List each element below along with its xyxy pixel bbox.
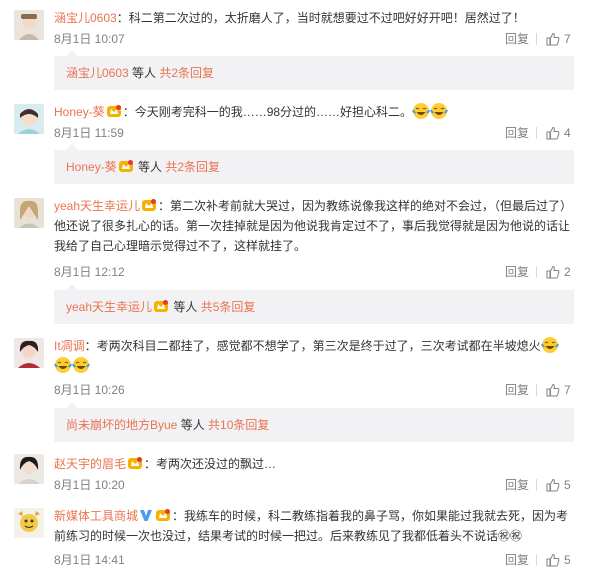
comment-time: 8月1日 10:26 <box>54 383 125 397</box>
vip-crown-icon <box>154 300 169 312</box>
like-button[interactable]: 7 <box>546 31 571 47</box>
reply-button[interactable]: 回复 <box>505 31 529 47</box>
comment-time: 8月1日 14:41 <box>54 553 125 567</box>
vip-crown-icon <box>128 457 143 469</box>
comment-username[interactable]: It凋调 <box>54 339 85 353</box>
reply-user-link[interactable]: Honey-葵 <box>66 160 117 174</box>
avatar[interactable] <box>14 508 44 538</box>
thumbs-up-icon <box>546 32 560 46</box>
avatar[interactable] <box>14 10 44 40</box>
vip-crown-icon <box>142 199 157 211</box>
comment-body: yeah天生幸运儿 ：第二次补考前就大哭过，因为教练说像我这样的绝对不会过，（但最… <box>54 196 576 256</box>
reply-box-arrow <box>66 402 78 408</box>
reply-summary[interactable]: Honey-葵 等人 共2条回复 <box>54 144 574 184</box>
reply-box-arrow <box>66 284 78 290</box>
laughing-crying-emoji-icon <box>430 103 448 119</box>
verified-v-icon <box>140 510 153 521</box>
divider <box>536 384 537 396</box>
divider <box>536 266 537 278</box>
reply-button[interactable]: 回复 <box>505 382 529 398</box>
laughing-crying-emoji-icon <box>54 357 72 373</box>
like-button[interactable]: 5 <box>546 477 571 493</box>
avatar[interactable] <box>14 338 44 368</box>
reply-user-link[interactable]: 涵宝儿0603 <box>66 66 129 80</box>
divider <box>536 33 537 45</box>
thumbs-up-icon <box>546 265 560 279</box>
reply-user-link[interactable]: yeah天生幸运儿 <box>66 300 152 314</box>
reply-summary-text: 等人 <box>177 418 209 432</box>
reply-summary-text: 等人 <box>170 300 201 314</box>
comment-meta: 8月1日 12:12 回复 2 <box>54 264 574 280</box>
reply-button[interactable]: 回复 <box>505 264 529 280</box>
reply-button[interactable]: 回复 <box>505 125 529 141</box>
laughing-crying-emoji-icon <box>540 337 559 353</box>
like-button[interactable]: 2 <box>546 264 571 280</box>
laughing-crying-emoji-icon <box>72 357 90 373</box>
comment-time: 8月1日 11:59 <box>54 126 124 140</box>
reply-button[interactable]: 回复 <box>505 552 529 568</box>
reply-box-arrow <box>66 144 78 150</box>
comment-text: ：科二第二次过的，太折磨人了，当时就想要过不过吧好好开吧！居然过了！ <box>116 11 525 25</box>
comment-meta: 8月1日 10:07 回复 7 <box>54 31 574 47</box>
avatar[interactable] <box>14 104 44 134</box>
comment-body: Honey-葵 ：今天刚考完科一的我……98分过的……好担心科二。 <box>54 102 576 122</box>
like-count: 5 <box>564 478 571 492</box>
like-button[interactable]: 5 <box>546 552 571 568</box>
reply-summary[interactable]: 尚未崩坏的地方Byue 等人 共10条回复 <box>54 402 574 442</box>
reply-summary-text: 等人 <box>128 66 160 80</box>
like-button[interactable]: 7 <box>546 382 571 398</box>
comment-body: 赵天宇的眉毛 ：考两次还没过的飘过… <box>54 454 576 474</box>
thumbs-up-icon <box>546 478 560 492</box>
thumbs-up-icon <box>546 553 560 567</box>
thumbs-up-icon <box>546 383 560 397</box>
comment-meta: 8月1日 11:59 回复 4 <box>54 125 574 141</box>
reply-summary-text: 等人 <box>134 160 166 174</box>
reply-count-link[interactable]: 共5条回复 <box>201 300 256 314</box>
comment-body: 涵宝儿0603：科二第二次过的，太折磨人了，当时就想要过不过吧好好开吧！居然过了… <box>54 8 576 28</box>
comment-username[interactable]: yeah天生幸运儿 <box>54 199 140 213</box>
like-count: 2 <box>564 265 571 279</box>
reply-button[interactable]: 回复 <box>505 477 529 493</box>
vip-crown-icon <box>106 105 121 117</box>
thumbs-up-icon <box>546 126 560 140</box>
comment-text: ：考两次还没过的飘过… <box>144 457 277 471</box>
comment-meta: 8月1日 14:41 回复 5 <box>54 552 574 568</box>
comment-body: 新媒体工具商城 ：我练车的时候，科二教练指着我的鼻子骂，你如果能过我就去死，因为考… <box>54 506 576 546</box>
comment-meta: 8月1日 10:26 回复 7 <box>54 382 574 398</box>
comment-time: 8月1日 10:07 <box>54 32 125 46</box>
reply-summary[interactable]: yeah天生幸运儿 等人 共5条回复 <box>54 284 574 324</box>
laughing-crying-emoji-icon <box>412 103 430 119</box>
reply-box-arrow <box>66 50 78 56</box>
comment-username[interactable]: 新媒体工具商城 <box>54 509 138 523</box>
reply-count-link[interactable]: 共10条回复 <box>208 418 269 432</box>
vip-crown-icon <box>156 509 171 521</box>
comment-time: 8月1日 12:12 <box>54 265 125 279</box>
comment-text: ：今天刚考完科一的我……98分过的……好担心科二。 <box>122 105 413 119</box>
comment-username[interactable]: 涵宝儿0603 <box>54 11 117 25</box>
like-count: 4 <box>564 126 571 140</box>
comment-meta: 8月1日 10:20 回复 5 <box>54 477 574 493</box>
comment-username[interactable]: 赵天宇的眉毛 <box>54 457 126 471</box>
divider <box>536 127 537 139</box>
divider <box>536 479 537 491</box>
like-button[interactable]: 4 <box>546 125 571 141</box>
vip-crown-icon <box>118 160 133 172</box>
reply-count-link[interactable]: 共2条回复 <box>165 160 220 174</box>
reply-user-link[interactable]: 尚未崩坏的地方Byue <box>66 418 177 432</box>
reply-summary[interactable]: 涵宝儿0603 等人 共2条回复 <box>54 50 574 90</box>
avatar[interactable] <box>14 198 44 228</box>
like-count: 7 <box>564 383 571 397</box>
avatar[interactable] <box>14 454 44 484</box>
divider <box>536 554 537 566</box>
comment-username[interactable]: Honey-葵 <box>54 105 105 119</box>
comment-body: It凋调：考两次科目二都挂了，感觉都不想学了，第三次是终于过了，三次考试都在半坡… <box>54 336 576 376</box>
comment-text: ：考两次科目二都挂了，感觉都不想学了，第三次是终于过了，三次考试都在半坡熄火 <box>84 339 541 353</box>
like-count: 7 <box>564 32 571 46</box>
reply-count-link[interactable]: 共2条回复 <box>159 66 214 80</box>
comment-time: 8月1日 10:20 <box>54 478 125 492</box>
like-count: 5 <box>564 553 571 567</box>
